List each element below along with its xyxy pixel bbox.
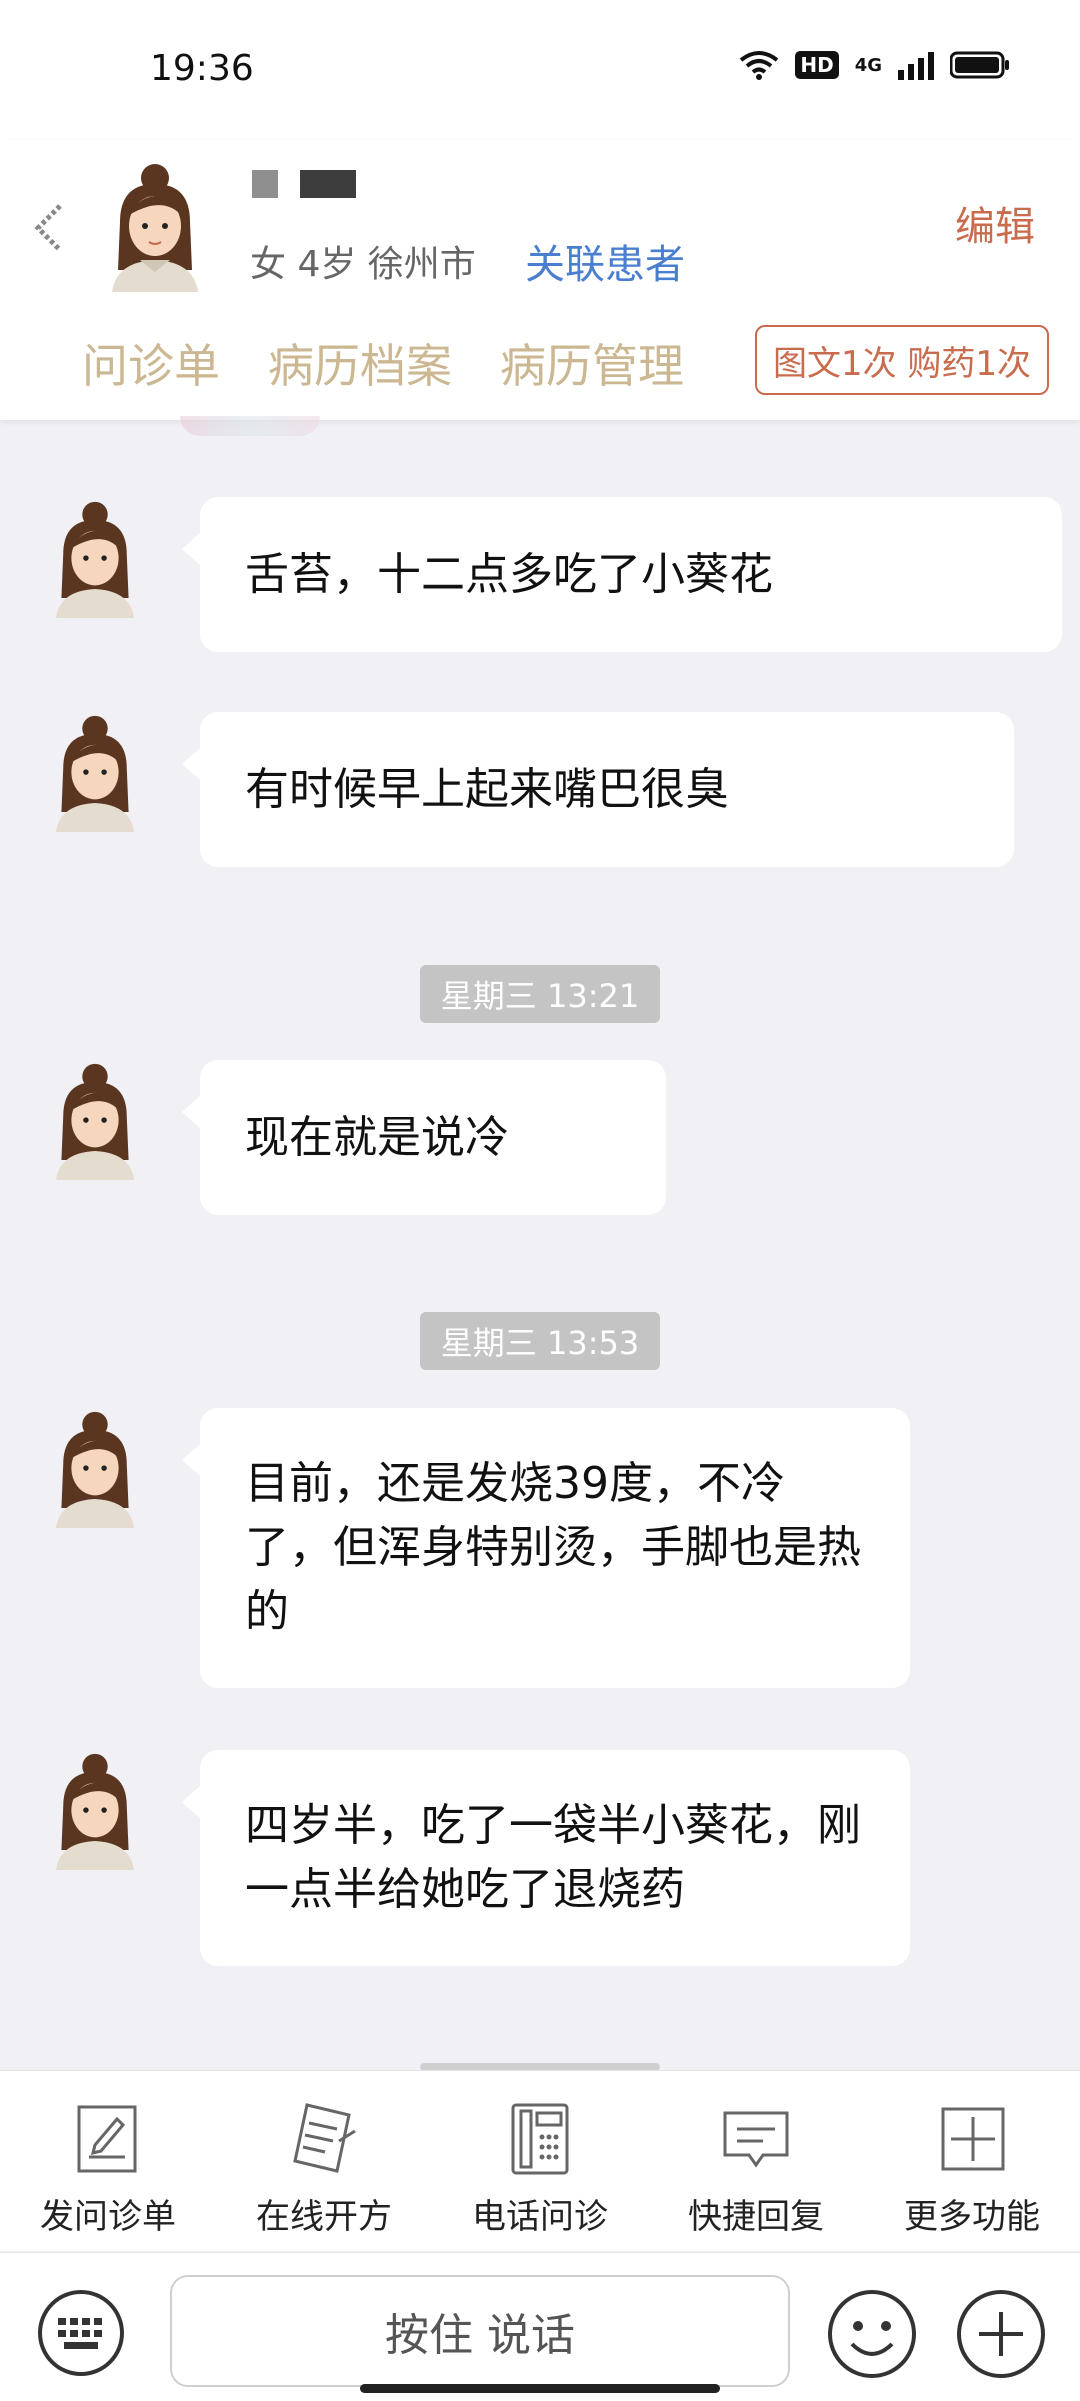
tool-label: 电话问诊 xyxy=(472,2197,608,2237)
back-arrow-icon[interactable] xyxy=(32,198,66,258)
wifi-icon xyxy=(740,51,779,80)
message-avatar[interactable] xyxy=(38,1062,152,1180)
message-text: 舌苔，十二点多吃了小葵花 xyxy=(245,548,773,600)
tool-label: 更多功能 xyxy=(904,2197,1040,2237)
tab-record-management[interactable]: 病历管理 xyxy=(500,330,684,396)
hold-to-talk-button[interactable]: 按住 说话 xyxy=(170,2275,790,2387)
patient-info: 女 4岁 徐州市 xyxy=(250,244,476,285)
patient-header: 女 4岁 徐州市 关联患者 编辑 问诊单 病历档案 病历管理 图文1次 购药1次 xyxy=(0,140,1080,421)
message-avatar[interactable] xyxy=(38,1752,152,1870)
online-prescription-button[interactable]: 在线开方 xyxy=(224,2101,424,2238)
header-tabs: 问诊单 病历档案 病历管理 xyxy=(82,330,684,396)
keyboard-icon[interactable] xyxy=(36,2288,126,2378)
prescription-icon xyxy=(293,2103,356,2173)
status-bar: 19:36 HD 4G xyxy=(0,0,1080,140)
timestamp: 星期三 13:53 xyxy=(420,1312,660,1370)
tool-label: 快捷回复 xyxy=(688,2197,824,2237)
tool-label: 发问诊单 xyxy=(40,2197,176,2237)
timestamp: 星期三 13:21 xyxy=(420,965,660,1023)
battery-icon xyxy=(950,51,1009,79)
home-indicator[interactable] xyxy=(360,2384,720,2393)
tab-medical-records[interactable]: 病历档案 xyxy=(268,330,452,396)
message-bubble[interactable]: 四岁半，吃了一袋半小葵花，刚一点半给她吃了退烧药 xyxy=(182,1750,910,1966)
message-text: 现在就是说冷 xyxy=(245,1111,509,1163)
patient-name-redacted xyxy=(252,170,356,198)
message-bubble[interactable]: 舌苔，十二点多吃了小葵花 xyxy=(182,497,1062,652)
patient-avatar[interactable] xyxy=(100,162,210,292)
phone-icon xyxy=(511,2103,569,2175)
signal-icon xyxy=(898,52,934,80)
plus-square-icon xyxy=(941,2107,1005,2171)
quick-reply-icon xyxy=(723,2111,789,2168)
input-bar: 按住 说话 xyxy=(0,2252,1080,2401)
hd-badge: HD xyxy=(795,51,839,79)
message-text: 目前，还是发烧39度，不冷了，但浑身特别烫，手脚也是热的 xyxy=(245,1458,861,1637)
message-bubble[interactable]: 现在就是说冷 xyxy=(182,1060,666,1215)
message-text: 有时候早上起来嘴巴很臭 xyxy=(245,763,729,815)
emoji-icon[interactable] xyxy=(826,2288,918,2380)
message-text: 四岁半，吃了一袋半小葵花，刚一点半给她吃了退烧药 xyxy=(245,1800,861,1915)
message-avatar[interactable] xyxy=(38,1410,152,1528)
message-avatar[interactable] xyxy=(38,714,152,832)
service-badge[interactable]: 图文1次 购药1次 xyxy=(755,325,1049,395)
form-icon xyxy=(77,2105,137,2173)
tab-consultation-form[interactable]: 问诊单 xyxy=(82,330,220,396)
message-avatar[interactable] xyxy=(38,500,152,618)
status-icons: HD 4G xyxy=(739,50,1010,80)
add-attachment-icon[interactable] xyxy=(955,2288,1047,2380)
more-functions-button[interactable]: 更多功能 xyxy=(872,2101,1072,2238)
message-bubble[interactable]: 目前，还是发烧39度，不冷了，但浑身特别烫，手脚也是热的 xyxy=(182,1408,910,1688)
edit-button[interactable]: 编辑 xyxy=(955,194,1035,252)
send-form-button[interactable]: 发问诊单 xyxy=(8,2101,208,2238)
phone-consult-button[interactable]: 电话问诊 xyxy=(440,2101,640,2238)
status-time: 19:36 xyxy=(150,48,254,89)
tool-label: 在线开方 xyxy=(256,2197,392,2237)
function-toolbar: 发问诊单 在线开方 电话问诊 快捷回复 更多功能 xyxy=(0,2070,1080,2251)
image-thumbnail-peek xyxy=(180,416,320,436)
network-label: 4G xyxy=(854,54,882,76)
link-patient-button[interactable]: 关联患者 xyxy=(525,232,685,290)
quick-reply-button[interactable]: 快捷回复 xyxy=(656,2101,856,2238)
message-bubble[interactable]: 有时候早上起来嘴巴很臭 xyxy=(182,712,1014,867)
